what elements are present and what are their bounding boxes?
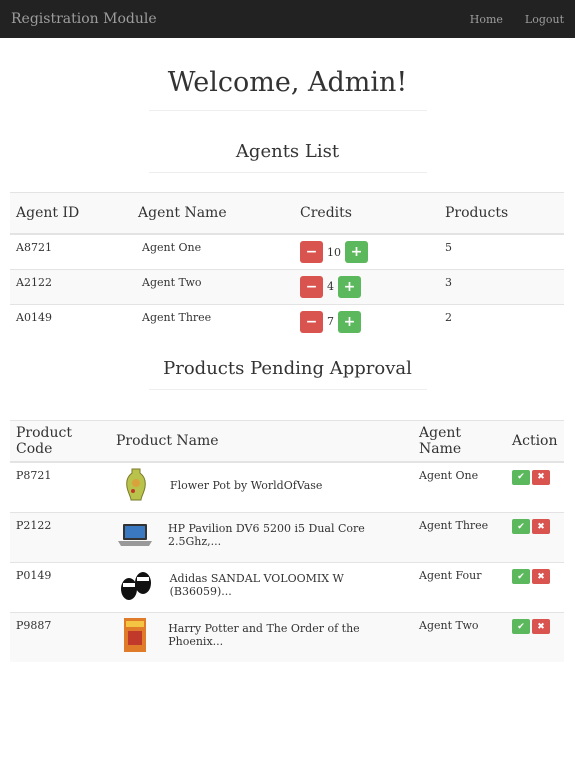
table-header-row: Product Code Product Name Agent Name Act…	[10, 420, 564, 463]
divider	[148, 110, 427, 111]
credits-stepper: − 7 +	[300, 310, 433, 333]
table-row: A8721 Agent One − 10 + 5	[10, 234, 564, 270]
credits-value: 10	[327, 245, 341, 259]
vase-icon	[116, 467, 156, 503]
credits-stepper: − 4 +	[300, 275, 433, 298]
column-header: Agent Name	[132, 192, 294, 235]
agent-id: A2122	[10, 269, 132, 305]
reject-button[interactable]: ✖	[532, 519, 550, 534]
action-cell: ✔ ✖	[506, 512, 564, 563]
credits-cell: − 4 +	[294, 269, 439, 305]
sandal-icon	[116, 567, 156, 603]
products-table: Product Code Product Name Agent Name Act…	[10, 420, 564, 662]
credits-value: 4	[327, 280, 334, 293]
column-header: Agent ID	[10, 192, 132, 235]
product-name-cell: Adidas SANDAL VOLOOMIX W (B36059)...	[110, 562, 413, 613]
approve-button[interactable]: ✔	[512, 469, 530, 485]
products-count: 2	[439, 304, 564, 339]
product-code: P8721	[10, 462, 110, 513]
reject-button[interactable]: ✖	[532, 619, 550, 634]
agent-name: Agent Two	[132, 269, 294, 305]
agent-id: A8721	[10, 234, 132, 270]
product-code: P0149	[10, 562, 110, 613]
table-row: P2122 HP Pavilion DV6 5200 i5 Dual Core …	[10, 512, 564, 563]
approve-button[interactable]: ✔	[512, 519, 530, 534]
products-count: 5	[439, 234, 564, 270]
agent-name: Agent Three	[413, 512, 506, 563]
table-header-row: Agent ID Agent Name Credits Products	[10, 192, 564, 235]
nav-links: Home Logout	[470, 13, 564, 26]
approve-button[interactable]: ✔	[512, 569, 530, 584]
divider	[148, 389, 427, 390]
product-code: P2122	[10, 512, 110, 563]
credits-value: 7	[327, 315, 334, 328]
agents-list-title: Agents List	[235, 141, 340, 162]
table-row: A0149 Agent Three − 7 + 2	[10, 304, 564, 339]
column-header: Agent Name	[413, 420, 506, 463]
decrease-credits-button[interactable]: −	[300, 310, 323, 333]
increase-credits-button[interactable]: +	[338, 275, 361, 298]
products-pending-title: Products Pending Approval	[163, 358, 412, 379]
product-name: Flower Pot by WorldOfVase	[170, 478, 323, 492]
credits-cell: − 10 +	[294, 234, 439, 270]
product-name: HP Pavilion DV6 5200 i5 Dual Core 2.5Ghz…	[168, 521, 365, 548]
laptop-icon	[116, 517, 154, 553]
agent-name: Agent Two	[413, 612, 506, 662]
table-row: P9887 Harry Potter and The Order of the …	[10, 612, 564, 662]
agent-id: A0149	[10, 304, 132, 339]
product-name-cell: Flower Pot by WorldOfVase	[110, 462, 413, 513]
agents-table: Agent ID Agent Name Credits Products A87…	[10, 192, 564, 339]
navbar: Registration Module Home Logout	[0, 0, 575, 38]
nav-home-link[interactable]: Home	[470, 13, 503, 26]
column-header: Product Code	[10, 420, 110, 463]
table-row: P8721 Flower Pot by WorldOfVase Agent On…	[10, 462, 564, 513]
credits-stepper: − 10 +	[300, 241, 433, 263]
product-name-cell: Harry Potter and The Order of the Phoeni…	[110, 612, 413, 662]
agent-name: Agent One	[413, 462, 506, 513]
column-header: Credits	[294, 192, 439, 235]
action-cell: ✔ ✖	[506, 562, 564, 613]
agent-name: Agent One	[132, 234, 294, 270]
products-count: 3	[439, 269, 564, 305]
credits-cell: − 7 +	[294, 304, 439, 339]
reject-button[interactable]: ✖	[532, 469, 550, 485]
action-cell: ✔ ✖	[506, 612, 564, 662]
book-icon	[116, 617, 154, 653]
agent-name: Agent Three	[132, 304, 294, 339]
agent-name: Agent Four	[413, 562, 506, 613]
decrease-credits-button[interactable]: −	[300, 275, 323, 298]
table-row: P0149 Adidas SANDAL VOLOOMIX W (B36059).…	[10, 562, 564, 613]
reject-button[interactable]: ✖	[532, 569, 550, 584]
approve-button[interactable]: ✔	[512, 619, 530, 634]
column-header: Product Name	[110, 420, 413, 463]
product-name: Harry Potter and The Order of the Phoeni…	[168, 621, 360, 648]
page-title: Welcome, Admin!	[167, 67, 408, 98]
increase-credits-button[interactable]: +	[338, 310, 361, 333]
increase-credits-button[interactable]: +	[345, 241, 368, 263]
table-row: A2122 Agent Two − 4 + 3	[10, 269, 564, 305]
column-header: Products	[439, 192, 564, 235]
product-code: P9887	[10, 612, 110, 662]
product-name-cell: HP Pavilion DV6 5200 i5 Dual Core 2.5Ghz…	[110, 512, 413, 563]
nav-logout-link[interactable]: Logout	[525, 13, 564, 26]
divider	[148, 172, 427, 173]
action-cell: ✔ ✖	[506, 462, 564, 513]
decrease-credits-button[interactable]: −	[300, 241, 323, 263]
column-header: Action	[506, 420, 564, 463]
product-name: Adidas SANDAL VOLOOMIX W (B36059)...	[169, 571, 344, 598]
brand[interactable]: Registration Module	[11, 11, 157, 27]
